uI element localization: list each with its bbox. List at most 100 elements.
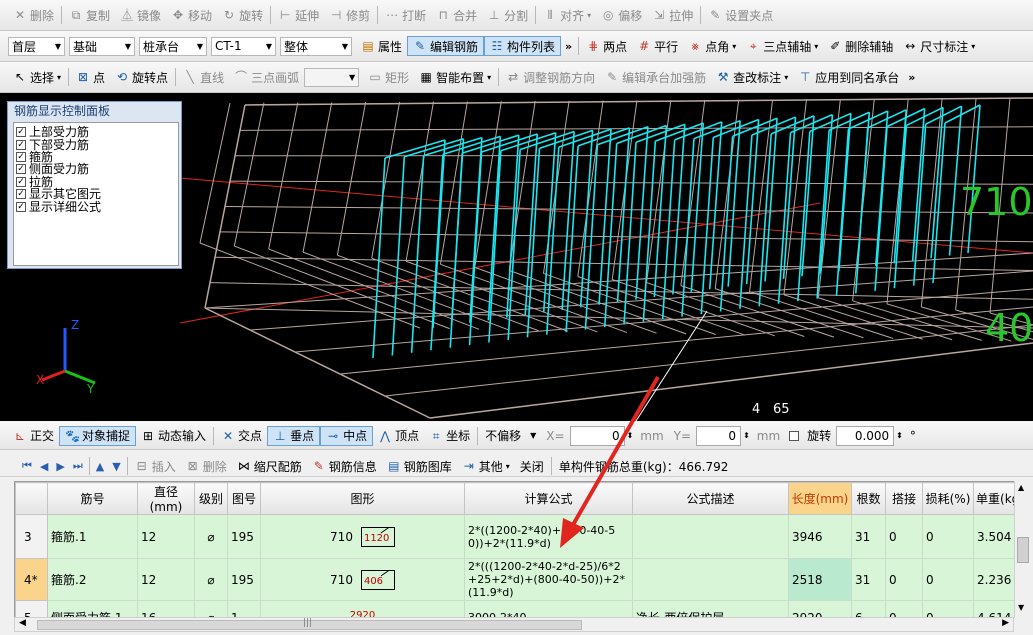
y-spinner-icon[interactable]: ⬍ bbox=[741, 431, 752, 440]
next-record-icon[interactable]: ▶ bbox=[52, 460, 68, 473]
scroll-right-icon[interactable]: ▶ bbox=[1002, 618, 1009, 628]
component-list-button[interactable]: ☷ 构件列表 bbox=[484, 36, 562, 56]
formula-cell[interactable]: 2*((1200-2*40)+(800-40-50))+2*(11.9*d) bbox=[464, 514, 633, 559]
table-row[interactable]: 4* 箍筋.2 12 ⌀ 195 710 406 2*(((1200-2*40-2*d-25)… bbox=[15, 558, 1027, 601]
other-button[interactable]: ⇥ 其他 ▾ bbox=[457, 456, 515, 476]
scale-rebar-button[interactable]: ⋈ 缩尺配筋 bbox=[232, 456, 307, 476]
move-up-icon[interactable]: ▲ bbox=[92, 460, 108, 473]
three-point-axis-button[interactable]: ⌖ 三点辅轴 ▾ bbox=[741, 36, 823, 56]
vertical-scrollbar[interactable]: ▲ ▼ bbox=[1014, 481, 1031, 618]
delete-button[interactable]: ✕ 删除 bbox=[8, 5, 59, 25]
col-shape[interactable]: 图形 bbox=[260, 482, 465, 515]
extend-button[interactable]: ⊢ 延伸 bbox=[273, 5, 324, 25]
checkbox-side-bars[interactable]: ✓ 侧面受力筋 bbox=[14, 163, 178, 175]
horizontal-scrollbar[interactable]: ◀ ||| ▶ bbox=[14, 617, 1014, 632]
component-select[interactable]: CT-1 ▼ bbox=[211, 36, 276, 56]
formula-cell[interactable]: 2*(((1200-2*40-2*d-25)/6*2+25+2*d)+(800-… bbox=[464, 558, 633, 601]
scroll-left-icon[interactable]: ◀ bbox=[19, 618, 26, 628]
adjust-rebar-direction-button[interactable]: ⇄ 调整钢筋方向 bbox=[501, 67, 600, 87]
loss-cell[interactable]: 0 bbox=[922, 514, 974, 559]
row-number[interactable]: 5 bbox=[15, 600, 48, 617]
checkbox-top-bars[interactable]: ✓ 上部受力筋 bbox=[14, 126, 178, 138]
rotate-checkbox[interactable] bbox=[789, 430, 800, 441]
smart-layout-button[interactable]: ▦ 智能布置 ▾ bbox=[414, 67, 496, 87]
dynamic-input-button[interactable]: ⊞ 动态输入 bbox=[136, 426, 211, 446]
two-point-button[interactable]: ⋕ 两点 bbox=[581, 36, 632, 56]
rebar-info-button[interactable]: ✎ 钢筋信息 bbox=[307, 456, 382, 476]
loss-cell[interactable]: 0 bbox=[922, 600, 974, 617]
prev-record-icon[interactable]: ◀ bbox=[36, 460, 52, 473]
offset-mode-select[interactable]: 不偏移 ▼ bbox=[480, 426, 541, 446]
3d-viewport[interactable]: 710 40 4 65 Z Y X 钢筋显示控制面板 ✓ 上部受力筋 ✓ 下部受力筋 ✓ 箍筋 ✓… bbox=[0, 93, 1033, 421]
last-record-icon[interactable]: ⏭ bbox=[69, 459, 87, 473]
arc-mode-select[interactable]: ▼ bbox=[304, 67, 360, 87]
count-cell[interactable]: 31 bbox=[851, 558, 886, 601]
insert-button[interactable]: ⊟ 插入 bbox=[130, 456, 181, 476]
trim-button[interactable]: ⊣ 修剪 bbox=[324, 5, 375, 25]
description-cell[interactable]: 净长-两倍保护层 bbox=[632, 600, 789, 617]
overflow-icon[interactable]: » bbox=[904, 71, 919, 84]
checkbox-other-elements[interactable]: ✓ 显示其它图元 bbox=[14, 188, 178, 200]
bar-no-cell[interactable]: 箍筋.2 bbox=[47, 558, 138, 601]
figure-no-cell[interactable]: 195 bbox=[227, 558, 261, 601]
y-input[interactable]: 0 bbox=[696, 425, 742, 446]
angle-input[interactable]: 0.000 bbox=[836, 425, 895, 446]
formula-cell[interactable]: 3000-2*40 bbox=[464, 600, 633, 617]
check-label-button[interactable]: ⚒ 查改标注 ▾ bbox=[711, 67, 793, 87]
diameter-cell[interactable]: 12 bbox=[137, 558, 195, 601]
lap-cell[interactable]: 0 bbox=[885, 600, 923, 617]
col-loss[interactable]: 损耗(%) bbox=[922, 482, 974, 515]
shape-cell[interactable]: 2920 bbox=[260, 600, 465, 617]
object-snap-button[interactable]: 🐾 对象捕捉 bbox=[59, 425, 137, 446]
intersection-button[interactable]: ✕ 交点 bbox=[216, 426, 267, 446]
checkbox-bottom-bars[interactable]: ✓ 下部受力筋 bbox=[14, 138, 178, 151]
grade-cell[interactable]: ⌀ bbox=[194, 600, 228, 617]
shape-cell[interactable]: 710 406 bbox=[260, 558, 465, 601]
bar-no-cell[interactable]: 侧面受力筋.1 bbox=[47, 600, 138, 617]
lap-cell[interactable]: 0 bbox=[885, 514, 923, 559]
grade-cell[interactable]: ⌀ bbox=[194, 514, 228, 559]
dimension-button[interactable]: ↔ 尺寸标注 ▾ bbox=[898, 36, 980, 56]
overflow-icon[interactable]: » bbox=[561, 40, 576, 53]
count-cell[interactable]: 31 bbox=[851, 514, 886, 559]
shape-cell[interactable]: 710 1120 bbox=[260, 514, 465, 559]
length-cell[interactable]: 2920 bbox=[788, 600, 852, 617]
properties-button[interactable]: ▤ 属性 bbox=[356, 36, 407, 56]
type-select[interactable]: 桩承台 ▼ bbox=[139, 36, 207, 56]
checkbox-detail-formula[interactable]: ✓ 显示详细公式 bbox=[14, 200, 178, 213]
row-number[interactable]: 4* bbox=[15, 558, 48, 601]
diameter-cell[interactable]: 12 bbox=[137, 514, 195, 559]
x-input[interactable]: 0 bbox=[569, 425, 625, 446]
perpendicular-button[interactable]: ⊥ 垂点 bbox=[267, 425, 321, 446]
rotate-button[interactable]: ↻ 旋转 bbox=[217, 5, 268, 25]
diameter-cell[interactable]: 16 bbox=[137, 600, 195, 617]
grade-cell[interactable]: ⌀ bbox=[194, 558, 228, 601]
x-spinner-icon[interactable]: ⬍ bbox=[625, 431, 636, 440]
align-button[interactable]: ⫴ 对齐 ▾ bbox=[538, 5, 596, 25]
edit-rebar-button[interactable]: ✎ 编辑钢筋 bbox=[407, 36, 485, 56]
col-length[interactable]: 长度(mm) bbox=[788, 482, 852, 515]
rectangle-button[interactable]: ▭ 矩形 bbox=[363, 67, 414, 87]
col-count[interactable]: 根数 bbox=[851, 482, 886, 515]
description-cell[interactable] bbox=[632, 514, 789, 559]
bar-no-cell[interactable]: 箍筋.1 bbox=[47, 514, 138, 559]
copy-button[interactable]: ⧉ 复制 bbox=[64, 5, 115, 25]
count-cell[interactable]: 6 bbox=[851, 600, 886, 617]
description-cell[interactable] bbox=[632, 558, 789, 601]
close-button[interactable]: 关闭 bbox=[515, 456, 549, 476]
loss-cell[interactable]: 0 bbox=[922, 558, 974, 601]
col-lap[interactable]: 搭接 bbox=[885, 482, 923, 515]
coordinate-button[interactable]: ⌗ 坐标 bbox=[424, 426, 475, 446]
midpoint-button[interactable]: ⊸ 中点 bbox=[320, 425, 374, 446]
edit-pilecap-rebar-button[interactable]: ✎ 编辑承台加强筋 bbox=[600, 67, 711, 87]
floor-select[interactable]: 首层 ▼ bbox=[8, 36, 65, 56]
set-grip-button[interactable]: ✎ 设置夹点 bbox=[703, 5, 778, 25]
col-bar-no[interactable]: 筋号 bbox=[47, 482, 138, 515]
line-button[interactable]: ╲ 直线 bbox=[178, 67, 229, 87]
offset-button[interactable]: ◎ 偏移 bbox=[596, 5, 647, 25]
merge-button[interactable]: ⊓ 合并 bbox=[431, 5, 482, 25]
rebar-library-button[interactable]: ▤ 钢筋图库 bbox=[382, 456, 457, 476]
scroll-up-icon[interactable]: ▲ bbox=[1018, 483, 1024, 492]
rotate-point-button[interactable]: ⟲ 旋转点 bbox=[110, 67, 173, 87]
col-figure-no[interactable]: 图号 bbox=[227, 482, 261, 515]
